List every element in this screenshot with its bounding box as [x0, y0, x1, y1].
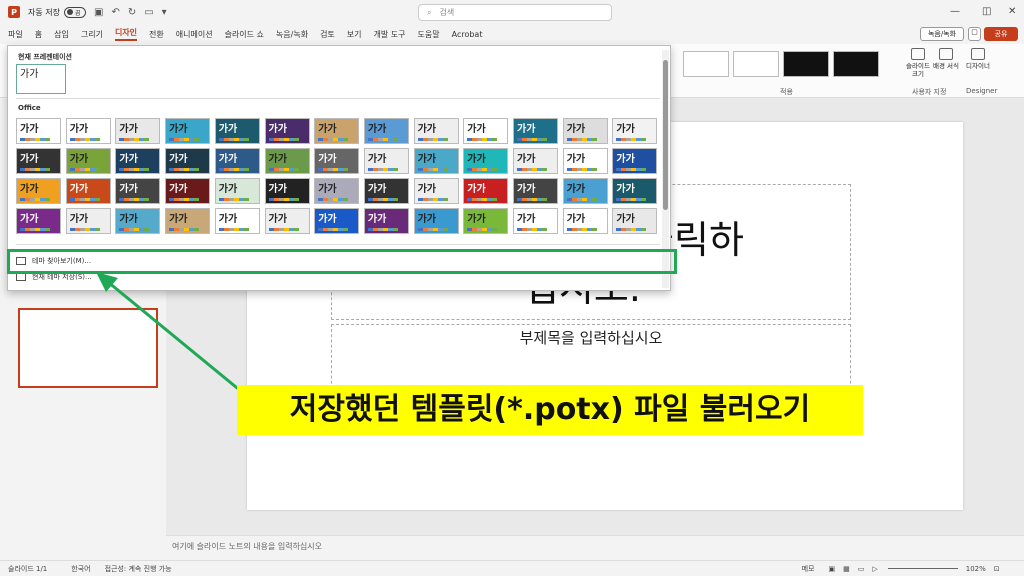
- callout-text: 저장했던 템플릿(*.potx) 파일 불러오기: [237, 385, 863, 435]
- annotation-arrow: [96, 272, 243, 394]
